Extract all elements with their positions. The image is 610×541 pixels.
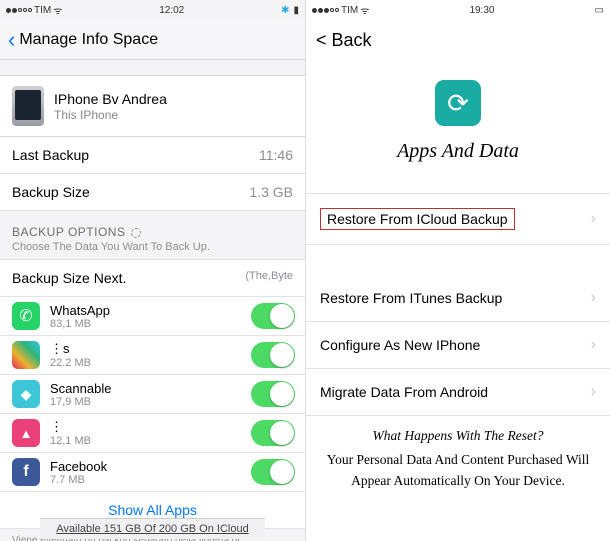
battery-icon: ▮ (293, 5, 299, 16)
reset-body: Your Personal Data And Content Purchased… (327, 452, 590, 487)
app-name: Facebook (50, 459, 251, 474)
backup-options-sub: Choose The Data You Want To Back Up. (0, 241, 305, 259)
wifi-icon: ᯤ (53, 3, 62, 17)
facebook-icon (12, 458, 40, 486)
backup-size-value: 1.3 GB (249, 184, 293, 200)
nav-bar: ‹ Manage Info Space (0, 20, 305, 60)
back-chevron-icon[interactable]: ‹ (8, 27, 15, 53)
app-size: 12,1 MB (50, 435, 251, 447)
device-header: IPhone Bv Andrea This IPhone (0, 75, 305, 137)
app-name: WhatsApp (50, 303, 251, 318)
reset-question: What Happens With The Reset? (324, 426, 592, 446)
row-label: Restore From ICloud Backup (320, 208, 515, 230)
bluetooth-icon: ✱ (281, 5, 289, 16)
carrier-label: TIM (341, 5, 358, 16)
last-backup-label: Last Backup (12, 147, 89, 163)
last-backup-row: Last Backup 11:46 (0, 137, 305, 174)
toggle-app[interactable] (251, 420, 295, 446)
back-button[interactable]: < Back (316, 30, 372, 51)
migrate-android-row[interactable]: Migrate Data From Android › (306, 369, 610, 416)
app-row-whatsapp: WhatsApp 83,1 MB (0, 297, 305, 336)
slack-icon (12, 341, 40, 369)
last-backup-value: 11:46 (259, 147, 293, 163)
app-name: ⋮s (50, 341, 251, 357)
whatsapp-icon (12, 302, 40, 330)
app-size: 22.2 MB (50, 357, 251, 369)
app-size: 83,1 MB (50, 318, 251, 330)
restore-icloud-row[interactable]: Restore From ICloud Backup › (306, 193, 610, 245)
configure-new-row[interactable]: Configure As New IPhone › (306, 322, 610, 369)
backup-next-value: (The,Byte (245, 270, 293, 286)
app-row-scannable: Scannable 17,9 MB (0, 375, 305, 414)
carrier-label: TIM (34, 5, 51, 16)
backup-size-label: Backup Size (12, 184, 90, 200)
toggle-scannable[interactable] (251, 381, 295, 407)
reset-explanation: What Happens With The Reset? Your Person… (306, 416, 610, 501)
signal-dots-icon (6, 8, 32, 13)
spinner-icon (131, 228, 141, 238)
status-bar: TIM ᯤ 19:30 ▭ (306, 0, 610, 20)
restore-icon: ⟳ (435, 80, 481, 126)
backup-size-next-row: Backup Size Next. (The,Byte (0, 259, 305, 297)
scannable-icon (12, 380, 40, 408)
device-name: IPhone Bv Andrea (54, 91, 167, 107)
battery-icon: ▭ (595, 5, 604, 16)
backup-options-header: BACKUP OPTIONS (0, 211, 305, 241)
toggle-facebook[interactable] (251, 459, 295, 485)
chevron-right-icon: › (591, 336, 596, 354)
restore-itunes-row[interactable]: Restore From ITunes Backup › (306, 275, 610, 322)
clock: 19:30 (469, 5, 494, 16)
chevron-right-icon: › (591, 210, 596, 228)
app-icon (12, 419, 40, 447)
nav-bar: < Back (306, 20, 610, 60)
backup-next-label: Backup Size Next. (12, 270, 126, 286)
app-size: 7.7 MB (50, 474, 251, 486)
backup-size-row: Backup Size 1.3 GB (0, 174, 305, 211)
app-size: 17,9 MB (50, 396, 251, 408)
nav-title[interactable]: Manage Info Space (19, 31, 158, 49)
clock: 12:02 (159, 5, 184, 16)
app-row-slack: ⋮s 22.2 MB (0, 336, 305, 375)
row-label: Configure As New IPhone (320, 337, 480, 353)
status-bar: TIM ᯤ 12:02 ✱ ▮ (0, 0, 305, 20)
page-title: Apps And Data (306, 140, 610, 163)
app-row-pink: ⋮ 12,1 MB (0, 414, 305, 453)
device-sub: This IPhone (54, 108, 167, 122)
chevron-right-icon: › (591, 289, 596, 307)
row-label: Restore From ITunes Backup (320, 290, 502, 306)
signal-dots-icon (312, 8, 339, 13)
toggle-slack[interactable] (251, 342, 295, 368)
app-name: ⋮ (50, 419, 251, 435)
toggle-whatsapp[interactable] (251, 303, 295, 329)
row-label: Migrate Data From Android (320, 384, 488, 400)
wifi-icon: ᯤ (360, 3, 369, 17)
available-storage-bar: Available 151 GB Of 200 GB On ICloud (40, 518, 265, 539)
app-name: Scannable (50, 381, 251, 396)
app-row-facebook: Facebook 7.7 MB (0, 453, 305, 491)
iphone-icon (12, 86, 44, 126)
chevron-right-icon: › (591, 383, 596, 401)
